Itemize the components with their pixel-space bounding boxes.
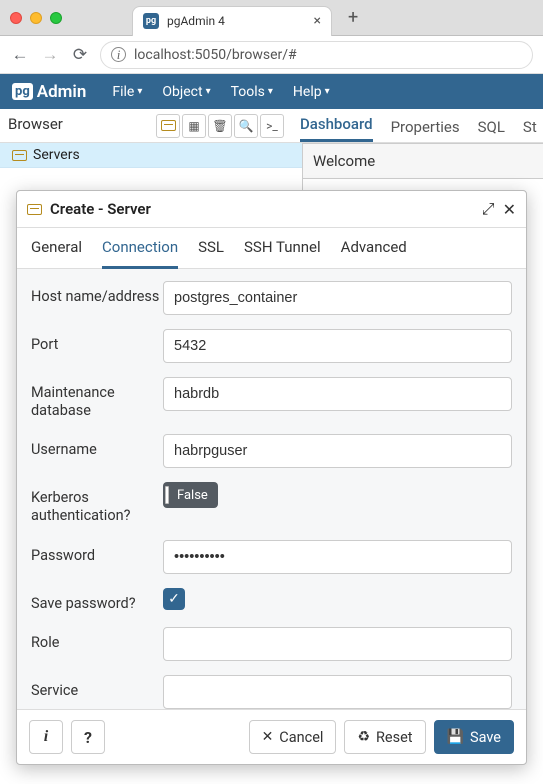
role-input[interactable] (163, 627, 512, 661)
dialog-tabs: General Connection SSL SSH Tunnel Advanc… (17, 228, 526, 269)
close-icon[interactable]: ✕ (503, 200, 516, 219)
save-icon: 💾 (447, 729, 464, 745)
pgadmin-menubar: pg Admin File▾ Object▾ Tools▾ Help▾ (0, 74, 543, 109)
kerberos-toggle-text: False (173, 488, 216, 503)
window-titlebar: pg pgAdmin 4 × + (0, 0, 543, 36)
tab-statistics[interactable]: St (523, 112, 537, 142)
nav-back-icon[interactable]: ← (10, 45, 30, 65)
url-input[interactable]: i localhost:5050/browser/# (100, 41, 533, 69)
dlg-tab-connection[interactable]: Connection (102, 238, 178, 269)
toolbar-row: Browser ▦ 🗑 🔍 >_ Dashboard Properties SQ… (0, 109, 543, 143)
close-window-icon[interactable] (10, 12, 22, 24)
save-password-label: Save password? (31, 588, 163, 613)
server-icon (27, 204, 42, 215)
create-server-dialog: Create - Server ⤢ ✕ General Connection S… (16, 190, 527, 765)
browser-toolbar: ▦ 🗑 🔍 >_ (150, 109, 290, 142)
reset-icon: ♻ (357, 729, 370, 745)
tab-sql[interactable]: SQL (478, 112, 505, 142)
password-label: Password (31, 540, 163, 565)
object-tree: Servers (0, 143, 303, 193)
dlg-tab-advanced[interactable]: Advanced (341, 238, 407, 268)
maximize-icon[interactable]: ⤢ (482, 199, 495, 219)
dlg-tab-general[interactable]: General (31, 238, 82, 268)
welcome-header: Welcome (303, 144, 543, 179)
pgadmin-logo-icon: pg (12, 83, 33, 100)
dlg-tab-ssh-tunnel[interactable]: SSH Tunnel (244, 238, 321, 268)
nav-reload-icon[interactable]: ⟳ (70, 45, 90, 65)
host-input[interactable] (163, 281, 512, 315)
username-label: Username (31, 434, 163, 459)
dialog-title: Create - Server (50, 200, 474, 218)
window-controls (10, 12, 62, 24)
port-input[interactable] (163, 329, 512, 363)
tab-properties[interactable]: Properties (391, 112, 460, 142)
toggle-handle-icon (165, 486, 169, 504)
menu-tools[interactable]: Tools▾ (223, 80, 281, 104)
pgadmin-logo[interactable]: pg Admin (12, 82, 86, 102)
help-button[interactable]: ? (71, 720, 105, 754)
chevron-down-icon: ▾ (137, 86, 142, 97)
cancel-button[interactable]: ✕Cancel (249, 720, 337, 754)
browser-panel-label: Browser (0, 109, 150, 142)
dashboard-panel: Welcome (303, 143, 543, 193)
info-button[interactable]: i (29, 720, 63, 754)
address-bar: ← → ⟳ i localhost:5050/browser/# (0, 36, 543, 74)
host-label: Host name/address (31, 281, 163, 306)
chevron-down-icon: ▾ (325, 86, 330, 97)
tool-search-icon[interactable]: 🔍 (234, 114, 258, 138)
tree-servers-label: Servers (33, 147, 80, 163)
port-label: Port (31, 329, 163, 354)
maintenance-db-label: Maintenance database (31, 377, 163, 420)
kerberos-label: Kerberos authentication? (31, 482, 163, 525)
chevron-down-icon: ▾ (206, 86, 211, 97)
server-group-icon (12, 150, 27, 161)
tab-title: pgAdmin 4 (167, 14, 306, 28)
minimize-window-icon[interactable] (30, 12, 42, 24)
kerberos-toggle[interactable]: False (163, 482, 218, 508)
tool-server-icon[interactable] (156, 114, 180, 138)
browser-tab[interactable]: pg pgAdmin 4 × (132, 6, 332, 36)
server-icon (161, 120, 176, 131)
tool-grid-icon[interactable]: ▦ (182, 114, 206, 138)
menu-file[interactable]: File▾ (104, 80, 150, 104)
save-button[interactable]: 💾Save (434, 720, 514, 754)
dialog-footer: i ? ✕Cancel ♻Reset 💾Save (17, 709, 526, 764)
tree-servers-node[interactable]: Servers (0, 143, 302, 168)
url-text: localhost:5050/browser/# (134, 47, 297, 63)
tab-close-icon[interactable]: × (314, 13, 321, 29)
password-input[interactable] (163, 540, 512, 574)
dlg-tab-ssl[interactable]: SSL (198, 238, 224, 268)
pgadmin-logo-text: Admin (37, 82, 87, 102)
nav-forward-icon[interactable]: → (40, 45, 60, 65)
dialog-body: Host name/address Port Maintenance datab… (17, 269, 526, 709)
save-password-checkbox[interactable]: ✓ (163, 588, 185, 610)
chevron-down-icon: ▾ (268, 86, 273, 97)
username-input[interactable] (163, 434, 512, 468)
site-info-icon[interactable]: i (111, 47, 126, 62)
close-icon: ✕ (262, 729, 274, 745)
tool-terminal-icon[interactable]: >_ (260, 114, 284, 138)
main-tabs: Dashboard Properties SQL St (300, 109, 537, 142)
tool-delete-icon[interactable]: 🗑 (208, 114, 232, 138)
tab-dashboard[interactable]: Dashboard (300, 109, 373, 142)
service-label: Service (31, 675, 163, 700)
role-label: Role (31, 627, 163, 652)
new-tab-button[interactable]: + (348, 7, 358, 28)
favicon-icon: pg (143, 13, 159, 29)
menu-help[interactable]: Help▾ (285, 80, 338, 104)
maintenance-db-input[interactable] (163, 377, 512, 411)
reset-button[interactable]: ♻Reset (344, 720, 425, 754)
service-input[interactable] (163, 675, 512, 709)
dialog-titlebar: Create - Server ⤢ ✕ (17, 191, 526, 228)
maximize-window-icon[interactable] (50, 12, 62, 24)
menu-object[interactable]: Object▾ (154, 80, 218, 104)
panels: Servers Welcome (0, 143, 543, 193)
